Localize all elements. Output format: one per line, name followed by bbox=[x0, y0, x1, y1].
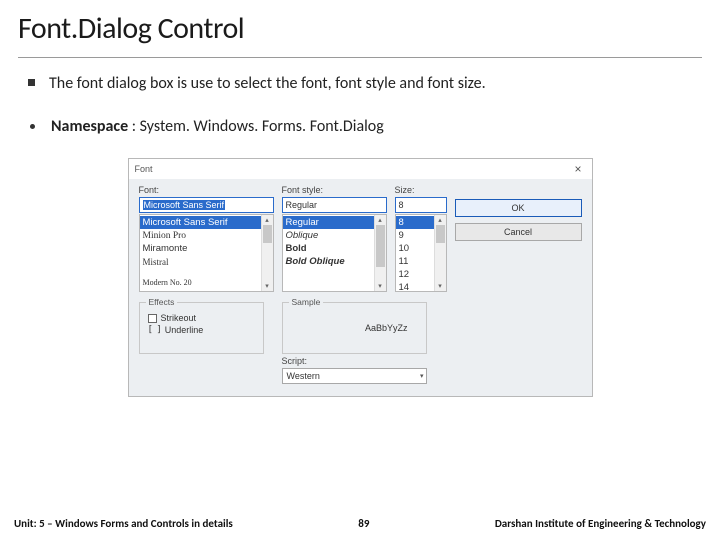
script-value: Western bbox=[287, 371, 320, 381]
sample-groupbox: Sample AaBbYyZz bbox=[282, 302, 427, 354]
bullet-text: Namespace : System. Windows. Forms. Font… bbox=[51, 115, 692, 138]
bullet-item: The font dialog box is use to select the… bbox=[28, 72, 692, 95]
list-item[interactable]: Oblique bbox=[283, 229, 386, 242]
strikeout-checkbox[interactable] bbox=[148, 314, 157, 323]
font-input[interactable]: Microsoft Sans Serif bbox=[139, 197, 274, 213]
scrollbar[interactable]: ▴ ▾ bbox=[261, 215, 273, 291]
dialog-title: Font bbox=[135, 164, 153, 174]
footer-left: Unit: 5 – Windows Forms and Controls in … bbox=[14, 517, 233, 530]
bullet-text: The font dialog box is use to select the… bbox=[49, 72, 692, 95]
chevron-up-icon[interactable]: ▴ bbox=[262, 215, 273, 225]
underline-label: Underline bbox=[165, 325, 204, 335]
list-item[interactable]: Miramonte bbox=[140, 242, 273, 255]
sample-label: Sample bbox=[289, 297, 324, 307]
style-input[interactable]: Regular bbox=[282, 197, 387, 213]
chevron-down-icon: ▾ bbox=[420, 372, 424, 380]
chevron-up-icon[interactable]: ▴ bbox=[375, 215, 386, 225]
chevron-down-icon[interactable]: ▾ bbox=[262, 281, 273, 291]
footer: Unit: 5 – Windows Forms and Controls in … bbox=[0, 517, 720, 530]
list-item[interactable]: Bold Oblique bbox=[283, 255, 386, 268]
page-title: Font.Dialog Control bbox=[18, 10, 702, 47]
style-label: Font style: bbox=[282, 185, 387, 195]
list-item[interactable]: Regular bbox=[283, 216, 386, 229]
chevron-down-icon[interactable]: ▾ bbox=[435, 281, 446, 291]
size-label: Size: bbox=[395, 185, 447, 195]
size-input[interactable]: 8 bbox=[395, 197, 447, 213]
list-item[interactable]: Mistral bbox=[140, 255, 273, 268]
chevron-down-icon[interactable]: ▾ bbox=[375, 281, 386, 291]
footer-right: Darshan Institute of Engineering & Techn… bbox=[495, 517, 706, 530]
font-dialog: Font × Font: Microsoft Sans Serif Micros… bbox=[128, 158, 593, 397]
namespace-value: : System. Windows. Forms. Font.Dialog bbox=[128, 117, 384, 136]
chevron-up-icon[interactable]: ▴ bbox=[435, 215, 446, 225]
font-label: Font: bbox=[139, 185, 274, 195]
close-icon[interactable]: × bbox=[570, 162, 585, 176]
dot-bullet-icon bbox=[30, 124, 35, 129]
size-listbox[interactable]: 8 9 10 11 12 14 16 ▴ ▾ bbox=[395, 214, 447, 292]
effects-groupbox: Effects Strikeout [ ] Underline bbox=[139, 302, 264, 354]
page-number: 89 bbox=[358, 517, 369, 530]
list-item[interactable]: Microsoft Sans Serif bbox=[140, 216, 273, 229]
scrollbar-thumb[interactable] bbox=[376, 225, 385, 267]
strikeout-label: Strikeout bbox=[161, 313, 197, 323]
namespace-label: Namespace bbox=[51, 117, 128, 136]
sample-text: AaBbYyZz bbox=[365, 323, 408, 333]
font-listbox[interactable]: Microsoft Sans Serif Minion Pro Miramont… bbox=[139, 214, 274, 292]
effects-label: Effects bbox=[146, 297, 178, 307]
scrollbar[interactable]: ▴ ▾ bbox=[374, 215, 386, 291]
scrollbar-thumb[interactable] bbox=[436, 225, 445, 243]
list-item[interactable]: Minion Pro bbox=[140, 229, 273, 242]
dialog-titlebar[interactable]: Font × bbox=[129, 159, 592, 179]
scrollbar[interactable]: ▴ ▾ bbox=[434, 215, 446, 291]
list-item[interactable]: Modern No. 20 bbox=[140, 276, 273, 289]
style-listbox[interactable]: Regular Oblique Bold Bold Oblique ▴ ▾ bbox=[282, 214, 387, 292]
underline-checkbox[interactable]: [ ] bbox=[148, 325, 161, 335]
bullet-item: Namespace : System. Windows. Forms. Font… bbox=[28, 115, 692, 138]
script-label: Script: bbox=[282, 356, 582, 366]
cancel-button[interactable]: Cancel bbox=[455, 223, 582, 241]
ok-button[interactable]: OK bbox=[455, 199, 582, 217]
scrollbar-thumb[interactable] bbox=[263, 225, 272, 243]
script-dropdown[interactable]: Western ▾ bbox=[282, 368, 427, 384]
list-item[interactable]: Bold bbox=[283, 242, 386, 255]
square-bullet-icon bbox=[28, 79, 35, 86]
